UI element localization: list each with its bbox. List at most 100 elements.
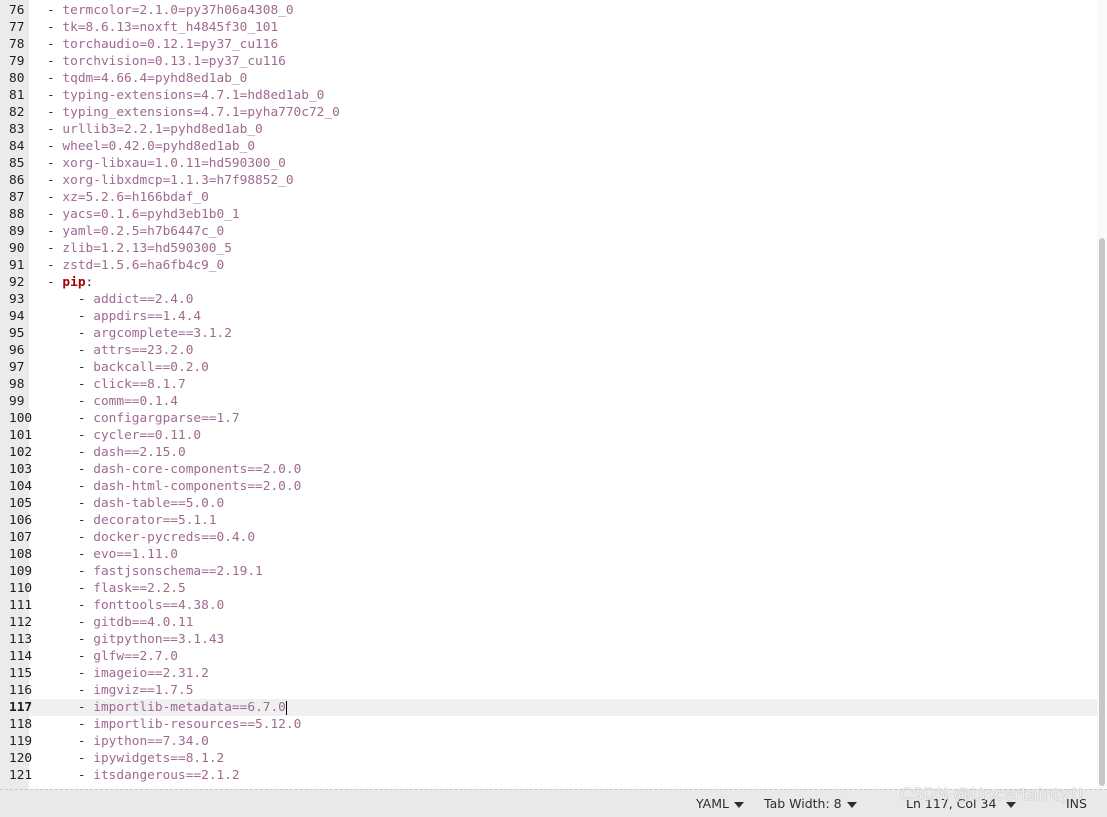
line-content[interactable]: - addict==2.4.0 — [47, 291, 194, 308]
code-line[interactable]: 119 - ipython==7.34.0 — [0, 733, 1097, 750]
code-line[interactable]: 102 - dash==2.15.0 — [0, 444, 1097, 461]
code-line[interactable]: 94 - appdirs==1.4.4 — [0, 308, 1097, 325]
code-line[interactable]: 83 - urllib3=2.2.1=pyhd8ed1ab_0 — [0, 121, 1097, 138]
vertical-scrollbar[interactable] — [1097, 0, 1107, 789]
line-content[interactable]: - dash==2.15.0 — [47, 444, 186, 461]
code-line[interactable]: 98 - click==8.1.7 — [0, 376, 1097, 393]
text-editor[interactable]: 76 - termcolor=2.1.0=py37h06a4308_0 77 - tk… — [0, 0, 1107, 789]
code-line[interactable]: 89 - yaml=0.2.5=h7b6447c_0 — [0, 223, 1097, 240]
line-content[interactable]: - comm==0.1.4 — [47, 393, 178, 410]
code-line[interactable]: 120 - ipywidgets==8.1.2 — [0, 750, 1097, 767]
line-content[interactable]: - termcolor=2.1.0=py37h06a4308_0 — [47, 2, 294, 19]
code-line[interactable]: 101 - cycler==0.11.0 — [0, 427, 1097, 444]
line-content[interactable]: - yaml=0.2.5=h7b6447c_0 — [47, 223, 224, 240]
code-line[interactable]: 93 - addict==2.4.0 — [0, 291, 1097, 308]
line-content[interactable]: - xz=5.2.6=h166bdaf_0 — [47, 189, 209, 206]
line-content[interactable]: - gitdb==4.0.11 — [47, 614, 194, 631]
line-content[interactable]: - ipython==7.34.0 — [47, 733, 209, 750]
cursor-position[interactable]: Ln 117, Col 34 — [906, 796, 1017, 811]
line-content[interactable]: - zlib=1.2.13=hd590300_5 — [47, 240, 232, 257]
line-content[interactable]: - decorator==5.1.1 — [47, 512, 217, 529]
code-line[interactable]: 113 - gitpython==3.1.43 — [0, 631, 1097, 648]
code-line[interactable]: 117 - importlib-metadata==6.7.0 — [0, 699, 1097, 716]
code-line[interactable]: 100 - configargparse==1.7 — [0, 410, 1097, 427]
code-line[interactable]: 86 - xorg-libxdmcp=1.1.3=h7f98852_0 — [0, 172, 1097, 189]
code-line[interactable]: 114 - glfw==2.7.0 — [0, 648, 1097, 665]
code-line[interactable]: 118 - importlib-resources==5.12.0 — [0, 716, 1097, 733]
code-line[interactable]: 111 - fonttools==4.38.0 — [0, 597, 1097, 614]
code-line[interactable]: 110 - flask==2.2.5 — [0, 580, 1097, 597]
code-line[interactable]: 105 - dash-table==5.0.0 — [0, 495, 1097, 512]
code-line[interactable]: 99 - comm==0.1.4 — [0, 393, 1097, 410]
line-content[interactable]: - evo==1.11.0 — [47, 546, 178, 563]
line-content[interactable]: - docker-pycreds==0.4.0 — [47, 529, 255, 546]
line-content[interactable]: - torchvision=0.13.1=py37_cu116 — [47, 53, 286, 70]
line-content[interactable]: - click==8.1.7 — [47, 376, 186, 393]
language-selector[interactable]: YAML — [696, 796, 744, 811]
code-line[interactable]: 109 - fastjsonschema==2.19.1 — [0, 563, 1097, 580]
line-content[interactable]: - configargparse==1.7 — [47, 410, 240, 427]
line-content[interactable]: - ipywidgets==8.1.2 — [47, 750, 224, 767]
code-line[interactable]: 104 - dash-html-components==2.0.0 — [0, 478, 1097, 495]
line-content[interactable]: - flask==2.2.5 — [47, 580, 186, 597]
code-line[interactable]: 115 - imageio==2.31.2 — [0, 665, 1097, 682]
code-line[interactable]: 96 - attrs==23.2.0 — [0, 342, 1097, 359]
line-content[interactable]: - glfw==2.7.0 — [47, 648, 178, 665]
code-line[interactable]: 95 - argcomplete==3.1.2 — [0, 325, 1097, 342]
code-line[interactable]: 97 - backcall==0.2.0 — [0, 359, 1097, 376]
code-line[interactable]: 81 - typing-extensions=4.7.1=hd8ed1ab_0 — [0, 87, 1097, 104]
code-line[interactable]: 112 - gitdb==4.0.11 — [0, 614, 1097, 631]
line-content[interactable]: - dash-core-components==2.0.0 — [47, 461, 301, 478]
code-line[interactable]: 85 - xorg-libxau=1.0.11=hd590300_0 — [0, 155, 1097, 172]
line-content[interactable]: - tk=8.6.13=noxft_h4845f30_101 — [47, 19, 278, 36]
line-content[interactable]: - itsdangerous==2.1.2 — [47, 767, 240, 784]
line-content[interactable]: - fonttools==4.38.0 — [47, 597, 224, 614]
line-content[interactable]: - imgviz==1.7.5 — [47, 682, 194, 699]
line-content[interactable]: - urllib3=2.2.1=pyhd8ed1ab_0 — [47, 121, 263, 138]
code-line[interactable]: 79 - torchvision=0.13.1=py37_cu116 — [0, 53, 1097, 70]
code-line[interactable]: 76 - termcolor=2.1.0=py37h06a4308_0 — [0, 2, 1097, 19]
line-content[interactable]: - zstd=1.5.6=ha6fb4c9_0 — [47, 257, 224, 274]
line-content[interactable]: - wheel=0.42.0=pyhd8ed1ab_0 — [47, 138, 255, 155]
code-line[interactable]: 92 - pip: — [0, 274, 1097, 291]
line-content[interactable]: - xorg-libxau=1.0.11=hd590300_0 — [47, 155, 286, 172]
code-line[interactable]: 103 - dash-core-components==2.0.0 — [0, 461, 1097, 478]
code-line[interactable]: 84 - wheel=0.42.0=pyhd8ed1ab_0 — [0, 138, 1097, 155]
code-line[interactable]: 116 - imgviz==1.7.5 — [0, 682, 1097, 699]
line-content[interactable]: - typing_extensions=4.7.1=pyha770c72_0 — [47, 104, 340, 121]
code-line[interactable]: 107 - docker-pycreds==0.4.0 — [0, 529, 1097, 546]
code-line[interactable]: 87 - xz=5.2.6=h166bdaf_0 — [0, 189, 1097, 206]
code-line[interactable]: 106 - decorator==5.1.1 — [0, 512, 1097, 529]
line-content[interactable]: - argcomplete==3.1.2 — [47, 325, 232, 342]
code-line[interactable]: 108 - evo==1.11.0 — [0, 546, 1097, 563]
code-line[interactable]: 80 - tqdm=4.66.4=pyhd8ed1ab_0 — [0, 70, 1097, 87]
line-content[interactable]: - typing-extensions=4.7.1=hd8ed1ab_0 — [47, 87, 324, 104]
code-line[interactable]: 82 - typing_extensions=4.7.1=pyha770c72_0 — [0, 104, 1097, 121]
line-content[interactable]: - dash-html-components==2.0.0 — [47, 478, 301, 495]
line-content[interactable]: - imageio==2.31.2 — [47, 665, 209, 682]
line-content[interactable]: - cycler==0.11.0 — [47, 427, 201, 444]
line-content[interactable]: - attrs==23.2.0 — [47, 342, 194, 359]
line-content[interactable]: - gitpython==3.1.43 — [47, 631, 224, 648]
line-content[interactable]: - importlib-metadata==6.7.0 — [47, 699, 287, 716]
code-line[interactable]: 78 - torchaudio=0.12.1=py37_cu116 — [0, 36, 1097, 53]
line-content[interactable]: - pip: — [47, 274, 93, 291]
tab-width-selector[interactable]: Tab Width: 8 — [764, 796, 857, 811]
code-line[interactable]: 91 - zstd=1.5.6=ha6fb4c9_0 — [0, 257, 1097, 274]
line-content[interactable]: - fastjsonschema==2.19.1 — [47, 563, 263, 580]
line-content[interactable]: - appdirs==1.4.4 — [47, 308, 201, 325]
line-content[interactable]: - tqdm=4.66.4=pyhd8ed1ab_0 — [47, 70, 247, 87]
code-line[interactable]: 90 - zlib=1.2.13=hd590300_5 — [0, 240, 1097, 257]
scrollbar-thumb[interactable] — [1099, 238, 1105, 786]
line-content[interactable]: - dash-table==5.0.0 — [47, 495, 224, 512]
line-content[interactable]: - torchaudio=0.12.1=py37_cu116 — [47, 36, 278, 53]
code-lines[interactable]: 76 - termcolor=2.1.0=py37h06a4308_0 77 - tk… — [0, 2, 1097, 784]
code-line[interactable]: 77 - tk=8.6.13=noxft_h4845f30_101 — [0, 19, 1097, 36]
code-line[interactable]: 121 - itsdangerous==2.1.2 — [0, 767, 1097, 784]
line-content[interactable]: - backcall==0.2.0 — [47, 359, 209, 376]
code-line[interactable]: 88 - yacs=0.1.6=pyhd3eb1b0_1 — [0, 206, 1097, 223]
line-content[interactable]: - xorg-libxdmcp=1.1.3=h7f98852_0 — [47, 172, 294, 189]
line-content[interactable]: - yacs=0.1.6=pyhd3eb1b0_1 — [47, 206, 240, 223]
line-content[interactable]: - importlib-resources==5.12.0 — [47, 716, 301, 733]
